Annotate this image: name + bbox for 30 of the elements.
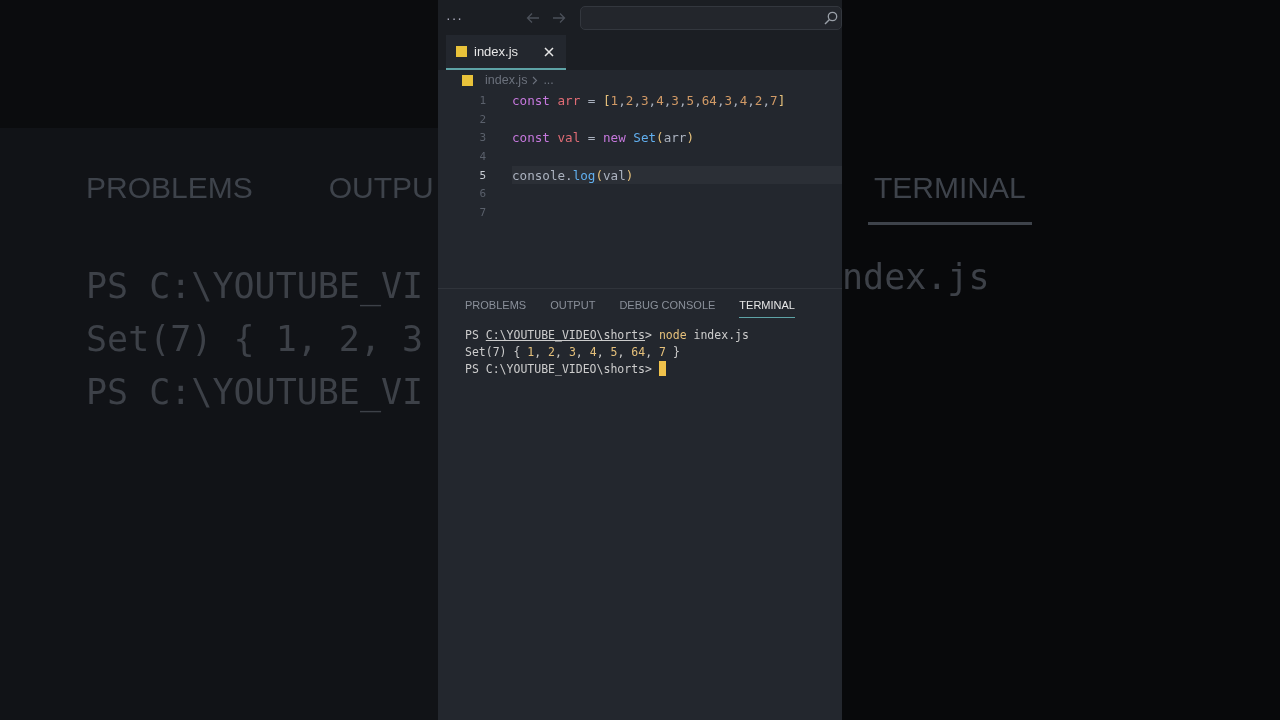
- line-number: 3: [478, 131, 487, 145]
- search-field[interactable]: [580, 5, 842, 30]
- line-number: 7: [478, 205, 487, 219]
- terminal-line: PS C:\YOUTUBE_VIDEO\shorts>: [465, 361, 653, 376]
- javascript-file-icon: [462, 74, 473, 86]
- line-number: 4: [478, 149, 487, 163]
- code-line: const arr = [1,2,3,4,3,5,64,3,4,2,7]: [512, 92, 786, 108]
- javascript-file-icon: [456, 46, 467, 57]
- panel-tab[interactable]: OUTPUT: [550, 293, 596, 318]
- line-number: 5: [478, 168, 487, 182]
- line-number: 1: [478, 93, 487, 107]
- editor-tab[interactable]: index.js: [446, 35, 566, 70]
- terminal-line: ndex.js: [842, 256, 990, 299]
- panel-tab[interactable]: PROBLEMS: [465, 293, 527, 318]
- code-line: console.log(val): [512, 167, 634, 183]
- line-number: 2: [478, 112, 487, 126]
- search-icon[interactable]: [824, 10, 838, 25]
- forward-arrow-icon[interactable]: [552, 11, 566, 24]
- back-arrow-icon[interactable]: [526, 11, 540, 24]
- breadcrumb-item[interactable]: ...: [543, 73, 554, 87]
- chevron-icon: [532, 75, 539, 85]
- more-menu-button[interactable]: ···: [446, 9, 526, 26]
- terminal-line: PS C:\YOUTUBE_VIDEO\shorts> node index.js: [465, 327, 749, 342]
- breadcrumb-item[interactable]: index.js: [485, 73, 528, 87]
- code-line: const val = new Set(arr): [512, 130, 695, 146]
- terminal-line: Set(7) { 1, 2, 3, 4, 5, 64, 7 }: [465, 344, 680, 359]
- line-number: 6: [478, 187, 487, 201]
- panel-tab[interactable]: DEBUG CONSOLE: [619, 293, 716, 318]
- panel-tab[interactable]: TERMINAL: [739, 293, 795, 318]
- close-icon[interactable]: [544, 46, 554, 57]
